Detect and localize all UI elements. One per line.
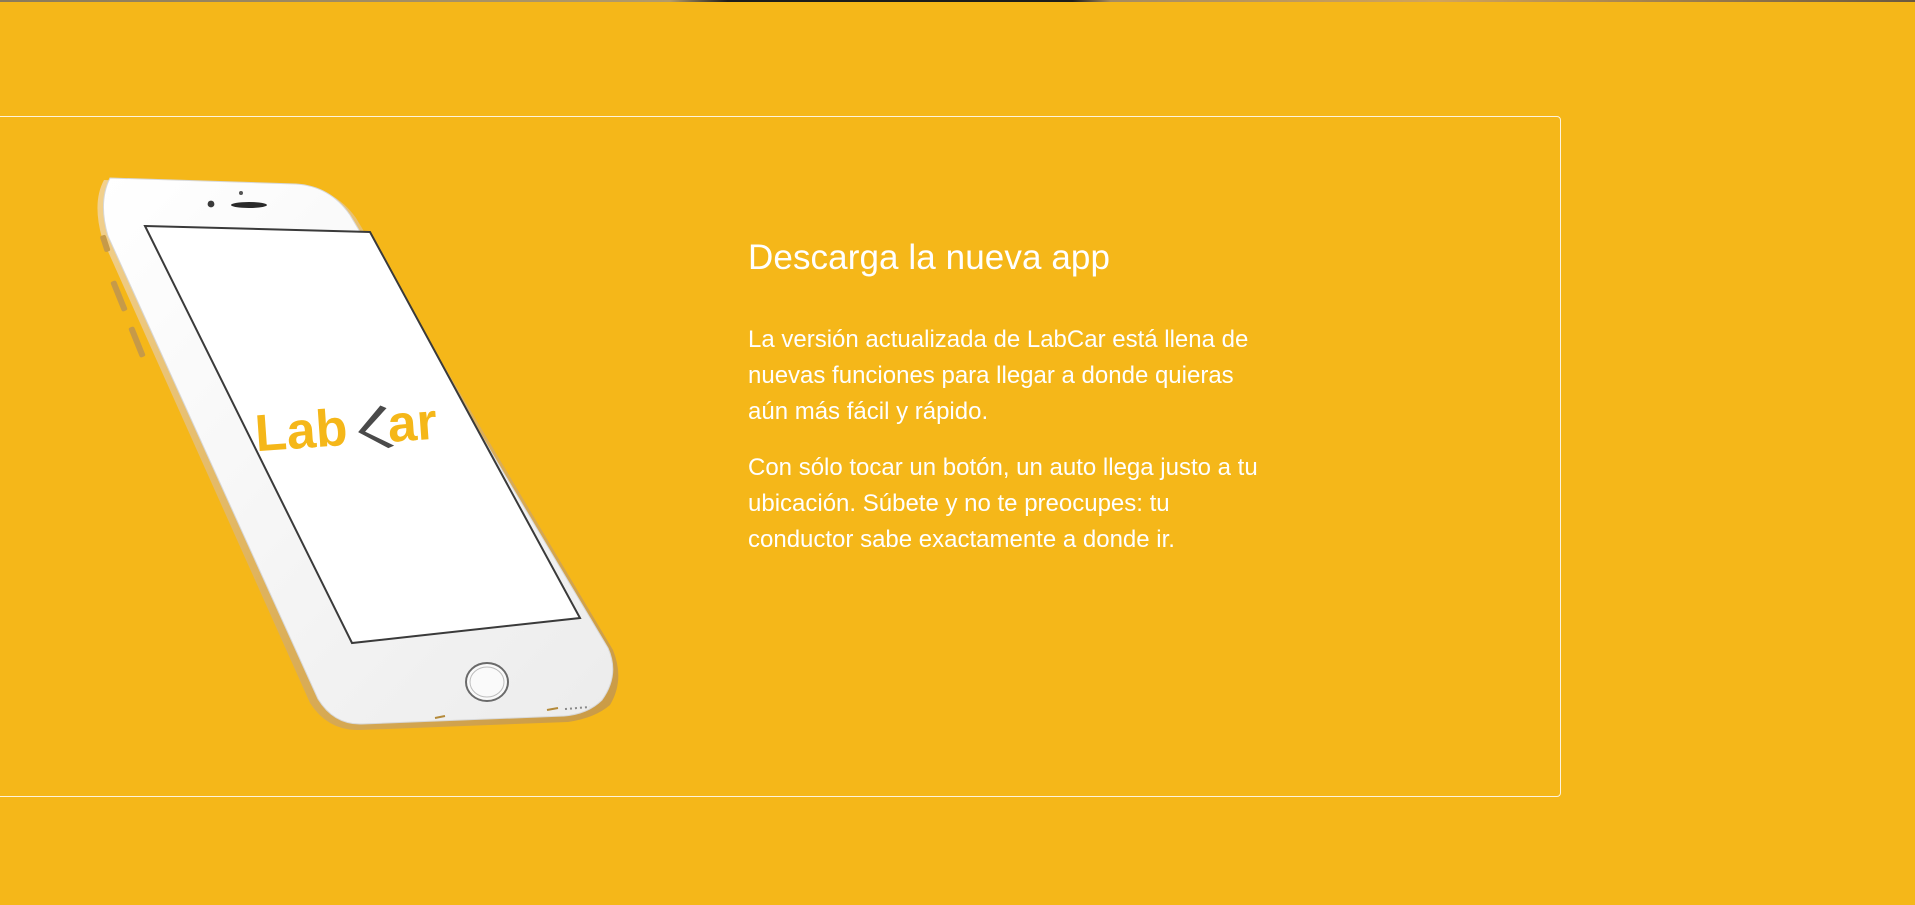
section-title: Descarga la nueva app [748,238,1111,277]
logo-text-right: ar [386,393,439,454]
phone-sensor [239,191,243,195]
phone-camera [207,200,215,208]
top-image-strip [0,0,1915,2]
phone-volume-down-button [128,326,146,358]
phone-speaker [231,202,267,208]
app-info: Descarga la nueva app La versión actuali… [748,236,1288,578]
logo-text-left: Lab [253,399,349,463]
phone-home-button [465,662,509,702]
phone-mockup: Lab ar [97,177,619,730]
section-paragraph-1: La versión actualizada de LabCar está ll… [748,326,1249,425]
section-paragraph-2: Con sólo tocar un botón, un auto llega j… [748,454,1258,553]
